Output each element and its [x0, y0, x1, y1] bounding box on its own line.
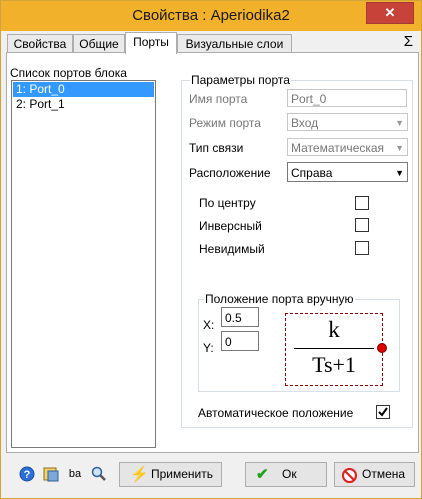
- transfer-numerator: k: [328, 317, 340, 342]
- y-label: Y:: [203, 341, 214, 355]
- checkmark-icon: [378, 407, 388, 417]
- port-name-field: Port_0: [287, 89, 407, 107]
- port-mode-select: Вход ▼: [287, 113, 408, 131]
- close-button[interactable]: ✕: [366, 2, 414, 24]
- chevron-down-icon: ▼: [395, 168, 404, 178]
- ok-button[interactable]: ✔ Ок: [245, 462, 327, 487]
- ports-list[interactable]: 1: Port_0 2: Port_1: [11, 80, 156, 448]
- link-type-select: Математическая ▼: [287, 138, 408, 156]
- zoom-icon[interactable]: [91, 466, 107, 482]
- block-preview: k Ts+1: [285, 313, 387, 386]
- lightning-icon: ⚡: [130, 466, 149, 483]
- position-value: Справа: [291, 166, 333, 180]
- port-name-value: Port_0: [291, 92, 327, 106]
- inverse-checkbox[interactable]: [355, 218, 369, 232]
- position-select[interactable]: Справа ▼: [287, 162, 408, 182]
- auto-position-label: Автоматическое положение: [198, 406, 354, 420]
- invisible-checkbox[interactable]: [355, 241, 369, 255]
- cancel-icon: [341, 467, 358, 490]
- window-title: Свойства : Aperiodika2: [132, 7, 290, 24]
- manual-position-title: Положение порта вручную: [204, 292, 355, 306]
- properties-window: Свойства : Aperiodika2 ✕ Свойства Общие …: [0, 0, 422, 499]
- check-icon: ✔: [256, 466, 269, 483]
- x-label: X:: [203, 318, 215, 332]
- properties-icon[interactable]: [43, 466, 59, 482]
- link-type-label: Тип связи: [189, 141, 244, 155]
- port-name-label: Имя порта: [189, 92, 248, 106]
- chevron-down-icon: ▼: [395, 118, 404, 128]
- port-params-title: Параметры порта: [190, 73, 291, 87]
- tab-properties[interactable]: Свойства: [7, 34, 73, 53]
- port-mode-label: Режим порта: [189, 116, 261, 130]
- close-icon: ✕: [384, 5, 396, 20]
- text-format-icon[interactable]: ba: [66, 466, 84, 482]
- ports-list-title: Список портов блока: [10, 66, 127, 80]
- sigma-icon[interactable]: Σ: [404, 33, 413, 50]
- transfer-denominator: Ts+1: [312, 352, 356, 377]
- ports-panel: Список портов блока 1: Port_0 2: Port_1 …: [6, 52, 419, 453]
- position-label: Расположение: [189, 166, 271, 180]
- auto-position-checkbox[interactable]: [376, 405, 390, 419]
- list-item[interactable]: 2: Port_1: [13, 97, 154, 112]
- tab-general[interactable]: Общие: [73, 34, 125, 53]
- cancel-label: Отмена: [362, 467, 406, 481]
- chevron-down-icon: ▼: [393, 139, 404, 155]
- x-input[interactable]: 0.5: [221, 307, 259, 327]
- title-bar[interactable]: Свойства : Aperiodika2 ✕: [1, 1, 421, 31]
- ok-label: Ок: [282, 467, 297, 481]
- tab-ports[interactable]: Порты: [125, 32, 177, 54]
- inverse-label: Инверсный: [199, 219, 262, 233]
- svg-text:?: ?: [24, 469, 31, 481]
- link-type-value: Математическая: [291, 141, 385, 155]
- apply-button[interactable]: ⚡ Применить: [119, 462, 222, 487]
- center-label: По центру: [199, 196, 256, 210]
- help-icon[interactable]: ?: [19, 466, 35, 482]
- list-item[interactable]: 1: Port_0: [13, 82, 154, 97]
- y-input[interactable]: 0: [221, 331, 259, 351]
- port-marker-icon[interactable]: [377, 343, 387, 353]
- port-mode-value: Вход: [291, 116, 319, 130]
- cancel-button[interactable]: Отмена: [334, 462, 415, 487]
- apply-label: Применить: [151, 467, 214, 481]
- center-checkbox[interactable]: [355, 196, 369, 210]
- tab-visual-layers[interactable]: Визуальные слои: [177, 34, 292, 53]
- invisible-label: Невидимый: [199, 242, 265, 256]
- fraction-bar: [294, 348, 374, 349]
